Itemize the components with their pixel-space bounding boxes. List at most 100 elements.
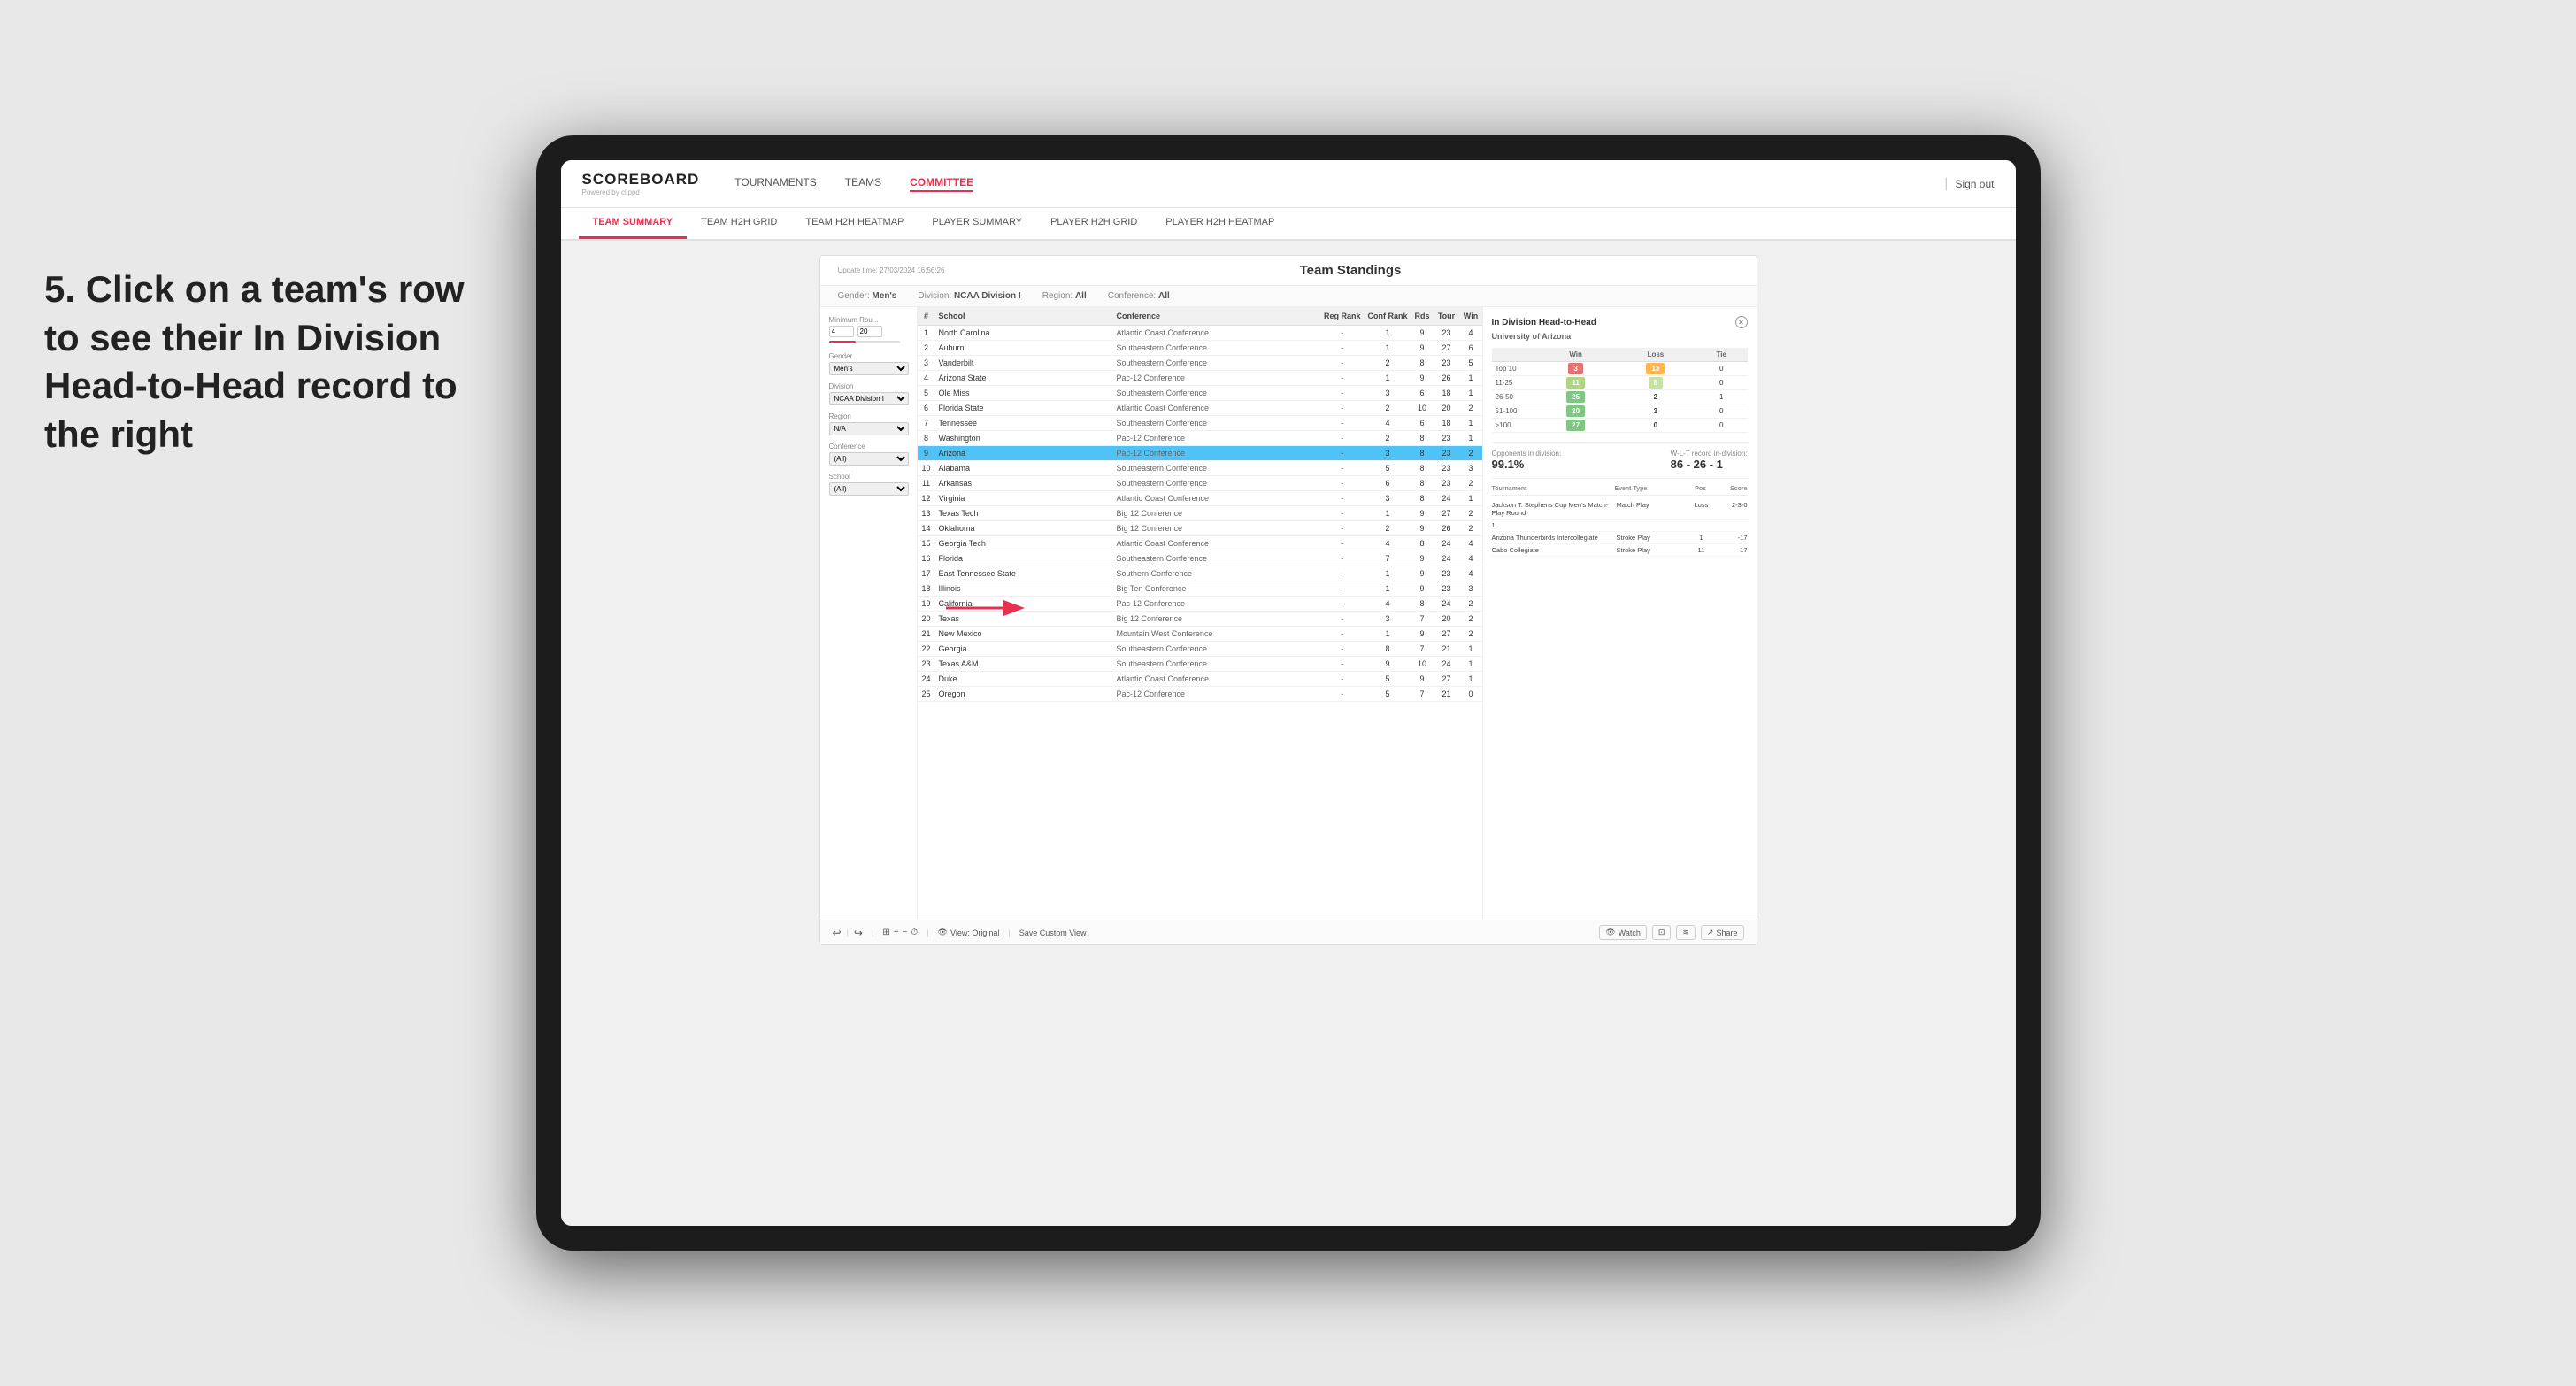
eye-small-icon: 👁 (1605, 928, 1615, 937)
sidebar-division: Division NCAA Division I (829, 382, 908, 405)
sign-out-btn[interactable]: Sign out (1955, 178, 1994, 190)
toolbar-icons: ⊞ + − ⏱ (882, 928, 918, 937)
table-row[interactable]: 21 New Mexico Mountain West Conference -… (918, 627, 1482, 642)
subnav-player-h2h-grid[interactable]: PLAYER H2H GRID (1036, 208, 1151, 239)
panel-header: Update time: 27/03/2024 16:56:26 Team St… (820, 256, 1757, 286)
tablet-frame: SCOREBOARD Powered by clippd TOURNAMENTS… (536, 135, 2041, 1251)
table-row[interactable]: 18 Illinois Big Ten Conference - 1 9 23 … (918, 581, 1482, 597)
logo-area: SCOREBOARD Powered by clippd (582, 171, 700, 196)
subnav-player-summary[interactable]: PLAYER SUMMARY (918, 208, 1036, 239)
logo-text: SCOREBOARD (582, 171, 700, 189)
table-row[interactable]: 2 Auburn Southeastern Conference - 1 9 2… (918, 341, 1482, 356)
plus-icon[interactable]: + (894, 928, 899, 937)
table-row[interactable]: 16 Florida Southeastern Conference - 7 9… (918, 551, 1482, 566)
sign-out-area: | Sign out (1944, 176, 1994, 192)
max-val-input[interactable] (857, 326, 882, 337)
h2h-row: 26-50 25 2 1 (1492, 390, 1748, 404)
col-num: # (918, 307, 935, 326)
h2h-row: 11-25 11 8 0 (1492, 376, 1748, 390)
toolbar-icon1[interactable]: ⊡ (1652, 925, 1672, 940)
gender-select[interactable]: Men's (829, 362, 909, 375)
table-row[interactable]: 11 Arkansas Southeastern Conference - 6 … (918, 476, 1482, 491)
h2h-title: In Division Head-to-Head (1492, 318, 1596, 327)
min-val-input[interactable] (829, 326, 854, 337)
table-row[interactable]: 10 Alabama Southeastern Conference - 5 8… (918, 461, 1482, 476)
view-original-btn[interactable]: 👁 View: Original (938, 928, 1000, 937)
subnav-player-h2h-heatmap[interactable]: PLAYER H2H HEATMAP (1151, 208, 1288, 239)
nav-tournaments[interactable]: TOURNAMENTS (734, 176, 816, 192)
nav-committee[interactable]: COMMITTEE (910, 176, 973, 192)
table-row[interactable]: 5 Ole Miss Southeastern Conference - 3 6… (918, 386, 1482, 401)
h2h-close-btn[interactable]: ✕ (1735, 316, 1748, 328)
update-time: Update time: 27/03/2024 16:56:26 (838, 266, 945, 275)
table-row[interactable]: 17 East Tennessee State Southern Confere… (918, 566, 1482, 581)
school-select[interactable]: (All) (829, 482, 909, 496)
clock-icon[interactable]: ⏱ (911, 928, 918, 937)
separator2: | (872, 928, 873, 937)
table-row[interactable]: 20 Texas Big 12 Conference - 3 7 20 2 (918, 612, 1482, 627)
filters-row: Gender: Men's Division: NCAA Division I … (820, 286, 1757, 307)
sidebar-gender: Gender Men's (829, 352, 908, 375)
table-row[interactable]: 9 Arizona Pac-12 Conference - 3 8 23 2 (918, 446, 1482, 461)
watch-btn[interactable]: 👁 Watch (1599, 925, 1647, 940)
subnav-team-h2h-heatmap[interactable]: TEAM H2H HEATMAP (791, 208, 918, 239)
crop-icon[interactable]: ⊞ (882, 928, 889, 937)
separator3: | (927, 928, 928, 937)
tournament-row: Cabo Collegiate Stroke Play 11 17 (1492, 544, 1748, 557)
standings-table: # School Conference Reg Rank Conf Rank R… (918, 307, 1482, 702)
subnav-team-h2h-grid[interactable]: TEAM H2H GRID (687, 208, 791, 239)
h2h-panel: In Division Head-to-Head ✕ University of… (1482, 307, 1757, 920)
table-row[interactable]: 4 Arizona State Pac-12 Conference - 1 9 … (918, 371, 1482, 386)
table-row[interactable]: 24 Duke Atlantic Coast Conference - 5 9 … (918, 672, 1482, 687)
filter-region: Region: All (1042, 291, 1087, 301)
panel-body: Minimum Rou... Gender (820, 307, 1757, 920)
bottom-toolbar: ↩ | ↪ | ⊞ + − ⏱ | 👁 View: Or (820, 920, 1757, 944)
sign-out-sep: | (1944, 176, 1948, 192)
min-rounds-label: Minimum Rou... (829, 316, 908, 324)
undo-btn[interactable]: ↩ (833, 927, 842, 939)
table-row[interactable]: 7 Tennessee Southeastern Conference - 4 … (918, 416, 1482, 431)
table-row[interactable]: 8 Washington Pac-12 Conference - 2 8 23 … (918, 431, 1482, 446)
sidebar-school: School (All) (829, 473, 908, 496)
main-panel: Update time: 27/03/2024 16:56:26 Team St… (819, 255, 1757, 945)
tournament-row: Arizona Thunderbirds Intercollegiate Str… (1492, 532, 1748, 544)
tournament-row: Jackson T. Stephens Cup Men's Match-Play… (1492, 499, 1748, 520)
h2h-row: Top 10 3 13 0 (1492, 362, 1748, 376)
table-row[interactable]: 22 Georgia Southeastern Conference - 8 7… (918, 642, 1482, 657)
main-content: Update time: 27/03/2024 16:56:26 Team St… (561, 241, 2016, 1226)
region-select[interactable]: N/A (829, 422, 909, 435)
minus-icon[interactable]: − (903, 928, 908, 937)
table-row[interactable]: 3 Vanderbilt Southeastern Conference - 2… (918, 356, 1482, 371)
col-rds: Rds (1411, 307, 1433, 326)
share-btn[interactable]: ↗ Share (1701, 925, 1744, 940)
h2h-row: >100 27 0 0 (1492, 419, 1748, 433)
panel-title: Team Standings (962, 263, 1738, 278)
eye-icon: 👁 (938, 928, 948, 937)
annotation-text: 5. Click on a team's row to see their In… (44, 266, 469, 458)
share-icon: ↗ (1707, 928, 1714, 937)
table-row[interactable]: 23 Texas A&M Southeastern Conference - 9… (918, 657, 1482, 672)
table-row[interactable]: 19 California Pac-12 Conference - 4 8 24… (918, 597, 1482, 612)
tournament-row: 1 (1492, 520, 1748, 532)
toolbar-icon2[interactable]: ≋ (1676, 925, 1696, 940)
division-select[interactable]: NCAA Division I (829, 392, 909, 405)
table-row[interactable]: 13 Texas Tech Big 12 Conference - 1 9 27… (918, 506, 1482, 521)
table-row[interactable]: 25 Oregon Pac-12 Conference - 5 7 21 0 (918, 687, 1482, 702)
tablet-screen: SCOREBOARD Powered by clippd TOURNAMENTS… (561, 160, 2016, 1226)
table-row[interactable]: 1 North Carolina Atlantic Coast Conferen… (918, 326, 1482, 341)
top-nav: SCOREBOARD Powered by clippd TOURNAMENTS… (561, 160, 2016, 208)
subnav-team-summary[interactable]: TEAM SUMMARY (579, 208, 688, 239)
conference-select[interactable]: (All) (829, 452, 909, 466)
table-row[interactable]: 14 Oklahoma Big 12 Conference - 2 9 26 2 (918, 521, 1482, 536)
save-custom-btn[interactable]: Save Custom View (1019, 928, 1087, 937)
col-reg-rank: Reg Rank (1320, 307, 1365, 326)
separator4: | (1008, 928, 1010, 937)
table-row[interactable]: 15 Georgia Tech Atlantic Coast Conferenc… (918, 536, 1482, 551)
h2h-stats: Opponents in division: 99.1% W-L-T recor… (1492, 442, 1748, 471)
col-tour: Tour (1434, 307, 1460, 326)
redo-btn[interactable]: ↪ (854, 927, 863, 939)
nav-teams[interactable]: TEAMS (845, 176, 881, 192)
table-row[interactable]: 6 Florida State Atlantic Coast Conferenc… (918, 401, 1482, 416)
table-row[interactable]: 12 Virginia Atlantic Coast Conference - … (918, 491, 1482, 506)
left-sidebar: Minimum Rou... Gender (820, 307, 918, 920)
